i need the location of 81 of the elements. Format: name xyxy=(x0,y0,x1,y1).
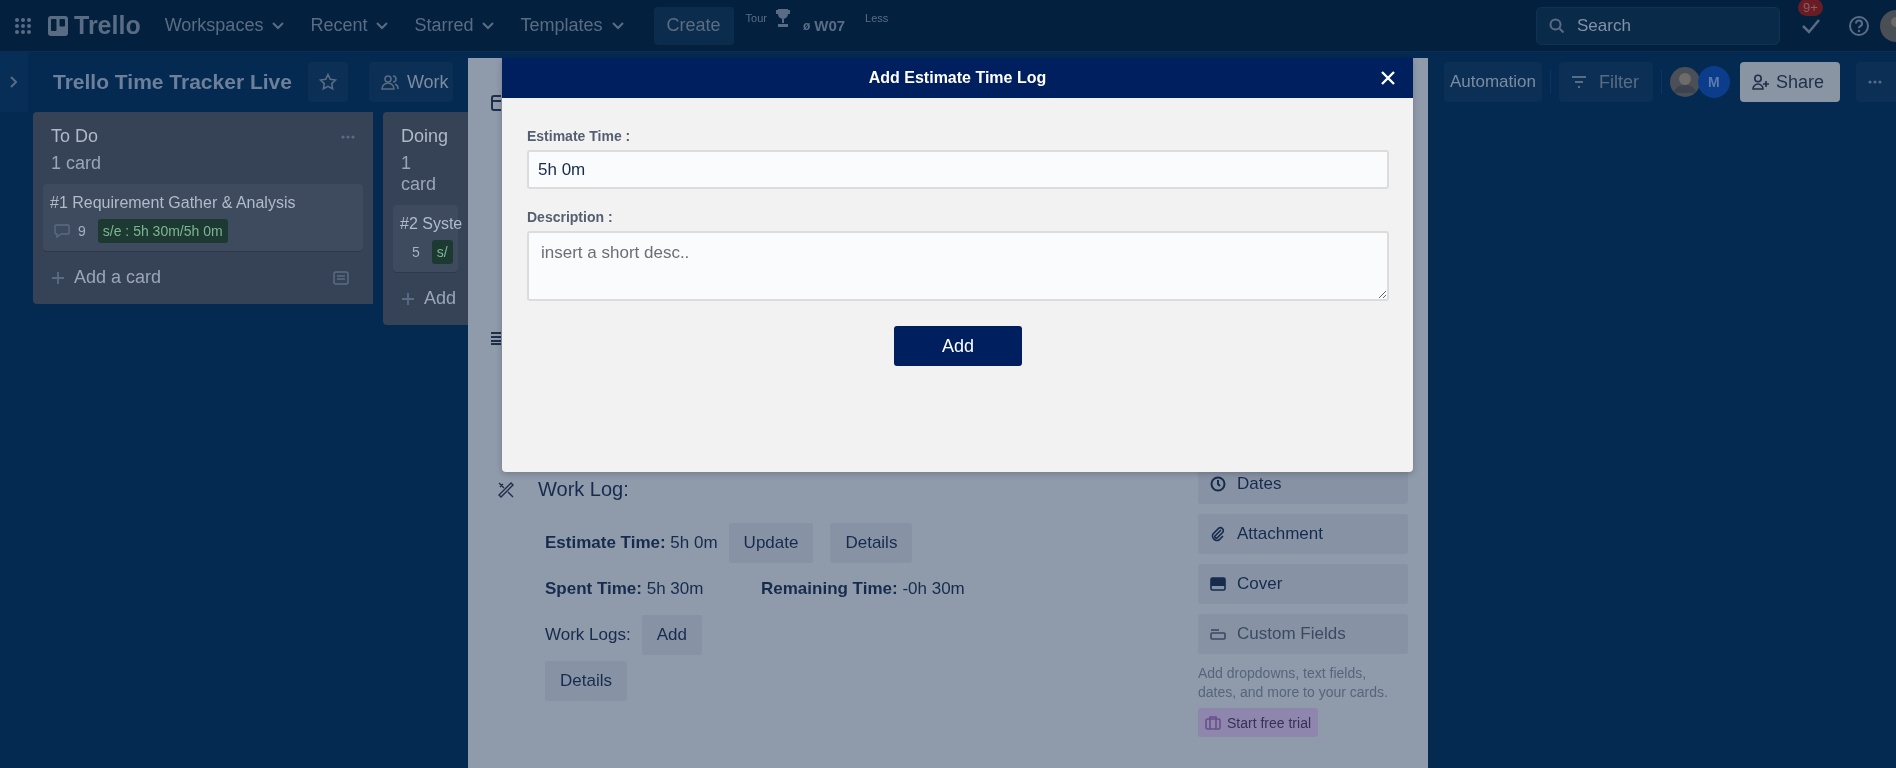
member-avatar[interactable]: M xyxy=(1697,66,1730,98)
remaining-time-text: Remaining Time: -0h 30m xyxy=(761,579,965,599)
nav-menu[interactable]: Recent xyxy=(310,15,389,36)
automation-button[interactable]: Automation xyxy=(1443,62,1542,102)
people-icon xyxy=(380,74,399,90)
add-log-button[interactable]: Add xyxy=(641,615,702,655)
less-link[interactable]: Less xyxy=(865,12,889,24)
board-logo-icon xyxy=(48,15,68,36)
field-icon xyxy=(1210,628,1226,640)
user-avatar[interactable] xyxy=(1880,9,1896,42)
estimate-time-text: Estimate Time: 5h 0m xyxy=(545,533,718,553)
description-icon xyxy=(491,331,501,345)
add-person-icon xyxy=(1751,74,1770,90)
nav-menu[interactable]: Workspaces xyxy=(164,15,285,36)
spent-time-text: Spent Time: 5h 30m xyxy=(545,579,705,599)
filter-button[interactable]: Filter xyxy=(1558,62,1653,102)
cover-icon xyxy=(1210,577,1226,591)
card-icon xyxy=(491,95,501,111)
card-count: 1 card xyxy=(50,152,103,175)
chevron-down-icon xyxy=(482,21,495,30)
filter-icon xyxy=(1570,76,1587,88)
close-icon[interactable] xyxy=(1381,71,1395,85)
add-card-button[interactable]: Add xyxy=(401,288,457,309)
template-icon[interactable] xyxy=(333,269,349,286)
workspace-code[interactable]: W07 xyxy=(814,17,846,34)
comment-count: 5 xyxy=(412,244,420,260)
trello-logo[interactable]: Trello xyxy=(74,11,141,40)
more-icon xyxy=(1868,80,1882,84)
add-button[interactable]: Add xyxy=(894,326,1022,366)
time-badge: s/e : 5h 30m/5h 0m xyxy=(97,219,228,243)
upgrade-hint: Add dropdowns, text fields, dates, and more to your cards. xyxy=(1198,664,1389,702)
more-icon[interactable] xyxy=(341,134,355,139)
help-icon[interactable] xyxy=(1848,14,1870,37)
log-action-button[interactable]: Update xyxy=(728,523,814,563)
comment-icon xyxy=(54,224,70,238)
ruler-pencil-icon xyxy=(497,480,515,499)
estimate-time-field[interactable]: 5h 0m xyxy=(527,150,1389,189)
sidebar-toggle[interactable] xyxy=(0,52,28,112)
paperclip-icon xyxy=(1210,526,1226,542)
description-field[interactable]: insert a short desc.. xyxy=(527,231,1389,301)
nav-menu[interactable]: Templates xyxy=(520,15,624,36)
workspace-visibility-button[interactable]: Work xyxy=(368,62,453,102)
star-icon xyxy=(318,73,337,91)
list-title[interactable]: To Do xyxy=(51,126,99,147)
chevron-down-icon xyxy=(272,21,285,30)
free-trial-button[interactable]: Start free trial xyxy=(1198,708,1319,737)
clock-icon xyxy=(1210,476,1226,492)
card-action-button[interactable]: Attachment xyxy=(1198,514,1408,554)
card-count: 1 card xyxy=(400,152,437,196)
comment-count: 9 xyxy=(78,223,86,239)
search-field[interactable]: Search xyxy=(1536,6,1780,45)
details-button[interactable]: Details xyxy=(545,661,627,701)
board-title[interactable]: Trello Time Tracker Live xyxy=(53,70,292,94)
section-heading: Work Log: xyxy=(538,478,629,501)
tracker-mark: ø xyxy=(802,18,811,33)
dialog-title: Add Estimate Time Log xyxy=(868,69,1047,87)
work-logs-label: Work Logs: xyxy=(545,625,631,645)
briefcase-icon xyxy=(1205,715,1221,730)
chevron-right-icon xyxy=(10,76,18,88)
time-badge: s/ xyxy=(431,240,453,264)
share-button[interactable]: Share xyxy=(1739,62,1840,102)
task-card[interactable]: #1 Requirement Gather & Analysis 9 s/e : 5h 30m/5h 0m xyxy=(43,184,363,251)
plus-icon xyxy=(51,270,65,285)
log-action-button[interactable]: Details xyxy=(830,523,913,563)
apps-menu-icon[interactable] xyxy=(14,16,32,35)
member-avatar[interactable] xyxy=(1669,67,1700,97)
notification-badge: 9+ xyxy=(1798,0,1823,16)
field-label: Description : xyxy=(527,209,614,225)
add-card-button[interactable]: Add a card xyxy=(51,267,162,288)
plus-icon xyxy=(401,291,415,306)
create-button[interactable]: Create xyxy=(653,6,734,45)
chevron-down-icon xyxy=(376,21,389,30)
card-action-button[interactable]: Cover xyxy=(1198,564,1408,604)
list-title[interactable]: Doing xyxy=(401,126,449,147)
star-button[interactable] xyxy=(307,62,348,102)
field-label: Estimate Time : xyxy=(527,128,632,144)
chevron-down-icon xyxy=(611,21,624,30)
nav-menu[interactable]: Starred xyxy=(414,15,495,36)
card-title: #1 Requirement Gather & Analysis xyxy=(50,194,296,212)
tour-link[interactable]: Tour xyxy=(745,12,767,24)
trophy-icon[interactable] xyxy=(774,8,791,28)
